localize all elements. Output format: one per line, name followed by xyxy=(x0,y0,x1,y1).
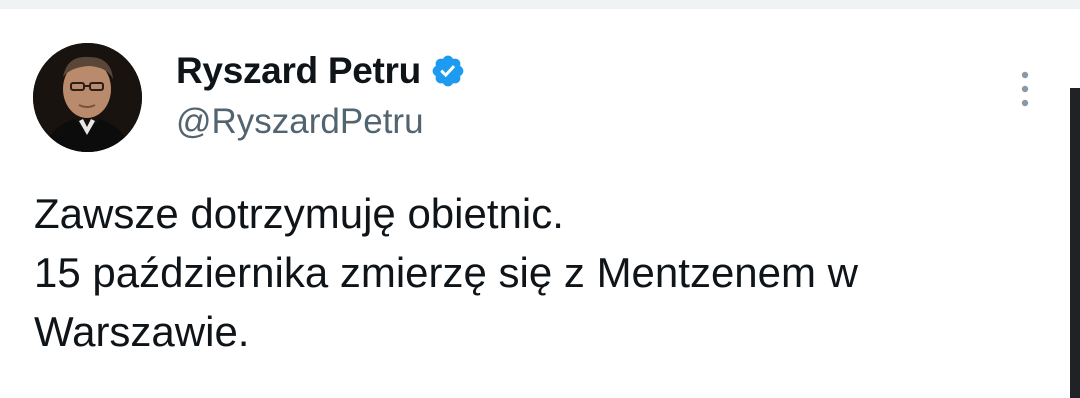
author-avatar[interactable] xyxy=(33,43,142,152)
author-handle[interactable]: @RyszardPetru xyxy=(176,101,466,143)
more-vertical-icon[interactable] xyxy=(1013,69,1037,109)
name-row: Ryszard Petru xyxy=(176,49,466,93)
tweet-text: Zawsze dotrzymuję obietnic. 15 październ… xyxy=(34,190,859,355)
screen-edge xyxy=(1070,88,1080,398)
verified-badge-icon xyxy=(430,53,466,89)
author-info: Ryszard Petru @RyszardPetru xyxy=(176,49,466,143)
top-divider xyxy=(0,0,1080,9)
tweet-card[interactable]: Ryszard Petru @RyszardPetru Zawsze dotrz… xyxy=(0,9,1070,398)
avatar-photo-icon xyxy=(33,43,142,152)
author-display-name[interactable]: Ryszard Petru xyxy=(176,49,421,93)
